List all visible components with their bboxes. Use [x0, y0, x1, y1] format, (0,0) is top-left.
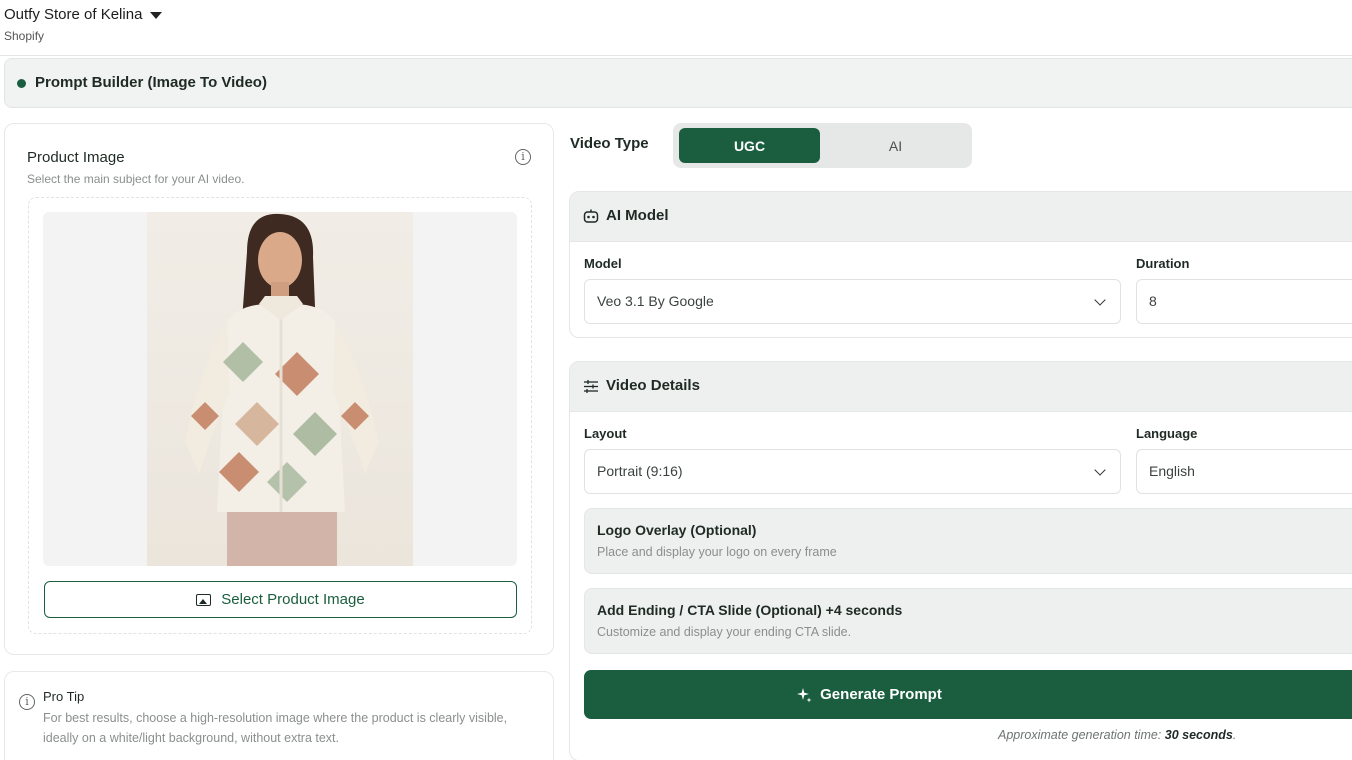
- pro-tip-text: For best results, choose a high-resoluti…: [43, 711, 508, 745]
- video-details-title: Video Details: [606, 377, 700, 394]
- ending-cta-option[interactable]: Add Ending / CTA Slide (Optional) +4 sec…: [584, 588, 1352, 654]
- duration-label: Duration: [1136, 256, 1190, 271]
- store-name: Outfy Store of Kelina: [4, 6, 143, 23]
- generate-prompt-label: Generate Prompt: [820, 686, 942, 703]
- select-product-image-button[interactable]: Select Product Image: [44, 581, 517, 618]
- page-title-bar: Prompt Builder (Image To Video): [4, 58, 1352, 108]
- ai-model-title: AI Model: [606, 207, 669, 224]
- product-photo: [147, 212, 413, 566]
- duration-input[interactable]: 8: [1136, 279, 1352, 324]
- model-label: Model: [584, 256, 622, 271]
- chevron-down-icon: [1094, 464, 1106, 476]
- ending-cta-desc: Customize and display your ending CTA sl…: [597, 625, 852, 639]
- select-product-image-label: Select Product Image: [221, 591, 365, 608]
- generation-time-prefix: Approximate generation time:: [998, 728, 1162, 742]
- duration-value: 8: [1149, 293, 1157, 309]
- layout-value: Portrait (9:16): [597, 463, 683, 479]
- video-type-toggle: UGC AI: [673, 123, 972, 168]
- product-image-card: Product Image Select the main subject fo…: [4, 123, 554, 655]
- info-icon[interactable]: i: [515, 149, 531, 165]
- ai-model-header: AI Model: [570, 192, 1352, 242]
- logo-overlay-desc: Place and display your logo on every fra…: [597, 545, 837, 559]
- store-header: Outfy Store of Kelina Shopify: [0, 0, 1352, 56]
- product-image-preview: [43, 212, 517, 566]
- product-photo-illustration: [185, 213, 379, 566]
- image-icon: [196, 593, 212, 606]
- product-image-subtitle: Select the main subject for your AI vide…: [27, 172, 245, 186]
- generate-prompt-button[interactable]: Generate Prompt: [584, 670, 1352, 719]
- chevron-down-icon: [1094, 294, 1106, 306]
- info-icon: i: [19, 694, 35, 710]
- generation-time-value: 30 seconds: [1164, 728, 1233, 742]
- store-switcher[interactable]: Outfy Store of Kelina: [4, 6, 163, 23]
- generation-time-suffix: .: [1232, 728, 1237, 742]
- status-dot-icon: [17, 79, 26, 88]
- generation-time: Approximate generation time: 30 seconds.: [570, 728, 1352, 742]
- video-type-option-ai[interactable]: AI: [825, 128, 966, 163]
- ai-model-section: AI Model Model Veo 3.1 By Google Duratio…: [569, 191, 1352, 338]
- robot-icon: [583, 209, 599, 223]
- caret-down-icon: [150, 12, 163, 19]
- product-image-label: Product Image: [27, 149, 125, 166]
- page-title: Prompt Builder (Image To Video): [35, 74, 267, 91]
- model-select[interactable]: Veo 3.1 By Google: [584, 279, 1121, 324]
- video-type-option-ugc[interactable]: UGC: [679, 128, 820, 163]
- logo-overlay-title: Logo Overlay (Optional): [597, 522, 757, 538]
- store-platform: Shopify: [4, 29, 45, 43]
- video-details-section: Video Details Layout Portrait (9:16) Lan…: [569, 361, 1352, 760]
- language-value: English: [1149, 463, 1195, 479]
- layout-select[interactable]: Portrait (9:16): [584, 449, 1121, 494]
- pro-tip-card: i Pro Tip For best results, choose a hig…: [4, 671, 554, 760]
- layout-label: Layout: [584, 426, 627, 441]
- pro-tip-title: Pro Tip: [43, 689, 85, 704]
- image-drop-zone[interactable]: Select Product Image: [28, 197, 532, 634]
- logo-overlay-option[interactable]: Logo Overlay (Optional) Place and displa…: [584, 508, 1352, 574]
- ending-cta-title: Add Ending / CTA Slide (Optional) +4 sec…: [597, 602, 903, 618]
- sliders-icon: [584, 380, 598, 393]
- language-select[interactable]: English: [1136, 449, 1352, 494]
- sparkle-icon: [797, 687, 812, 702]
- video-details-header: Video Details: [570, 362, 1352, 412]
- video-type-label: Video Type: [570, 135, 649, 152]
- model-value: Veo 3.1 By Google: [597, 293, 714, 309]
- language-label: Language: [1136, 426, 1198, 441]
